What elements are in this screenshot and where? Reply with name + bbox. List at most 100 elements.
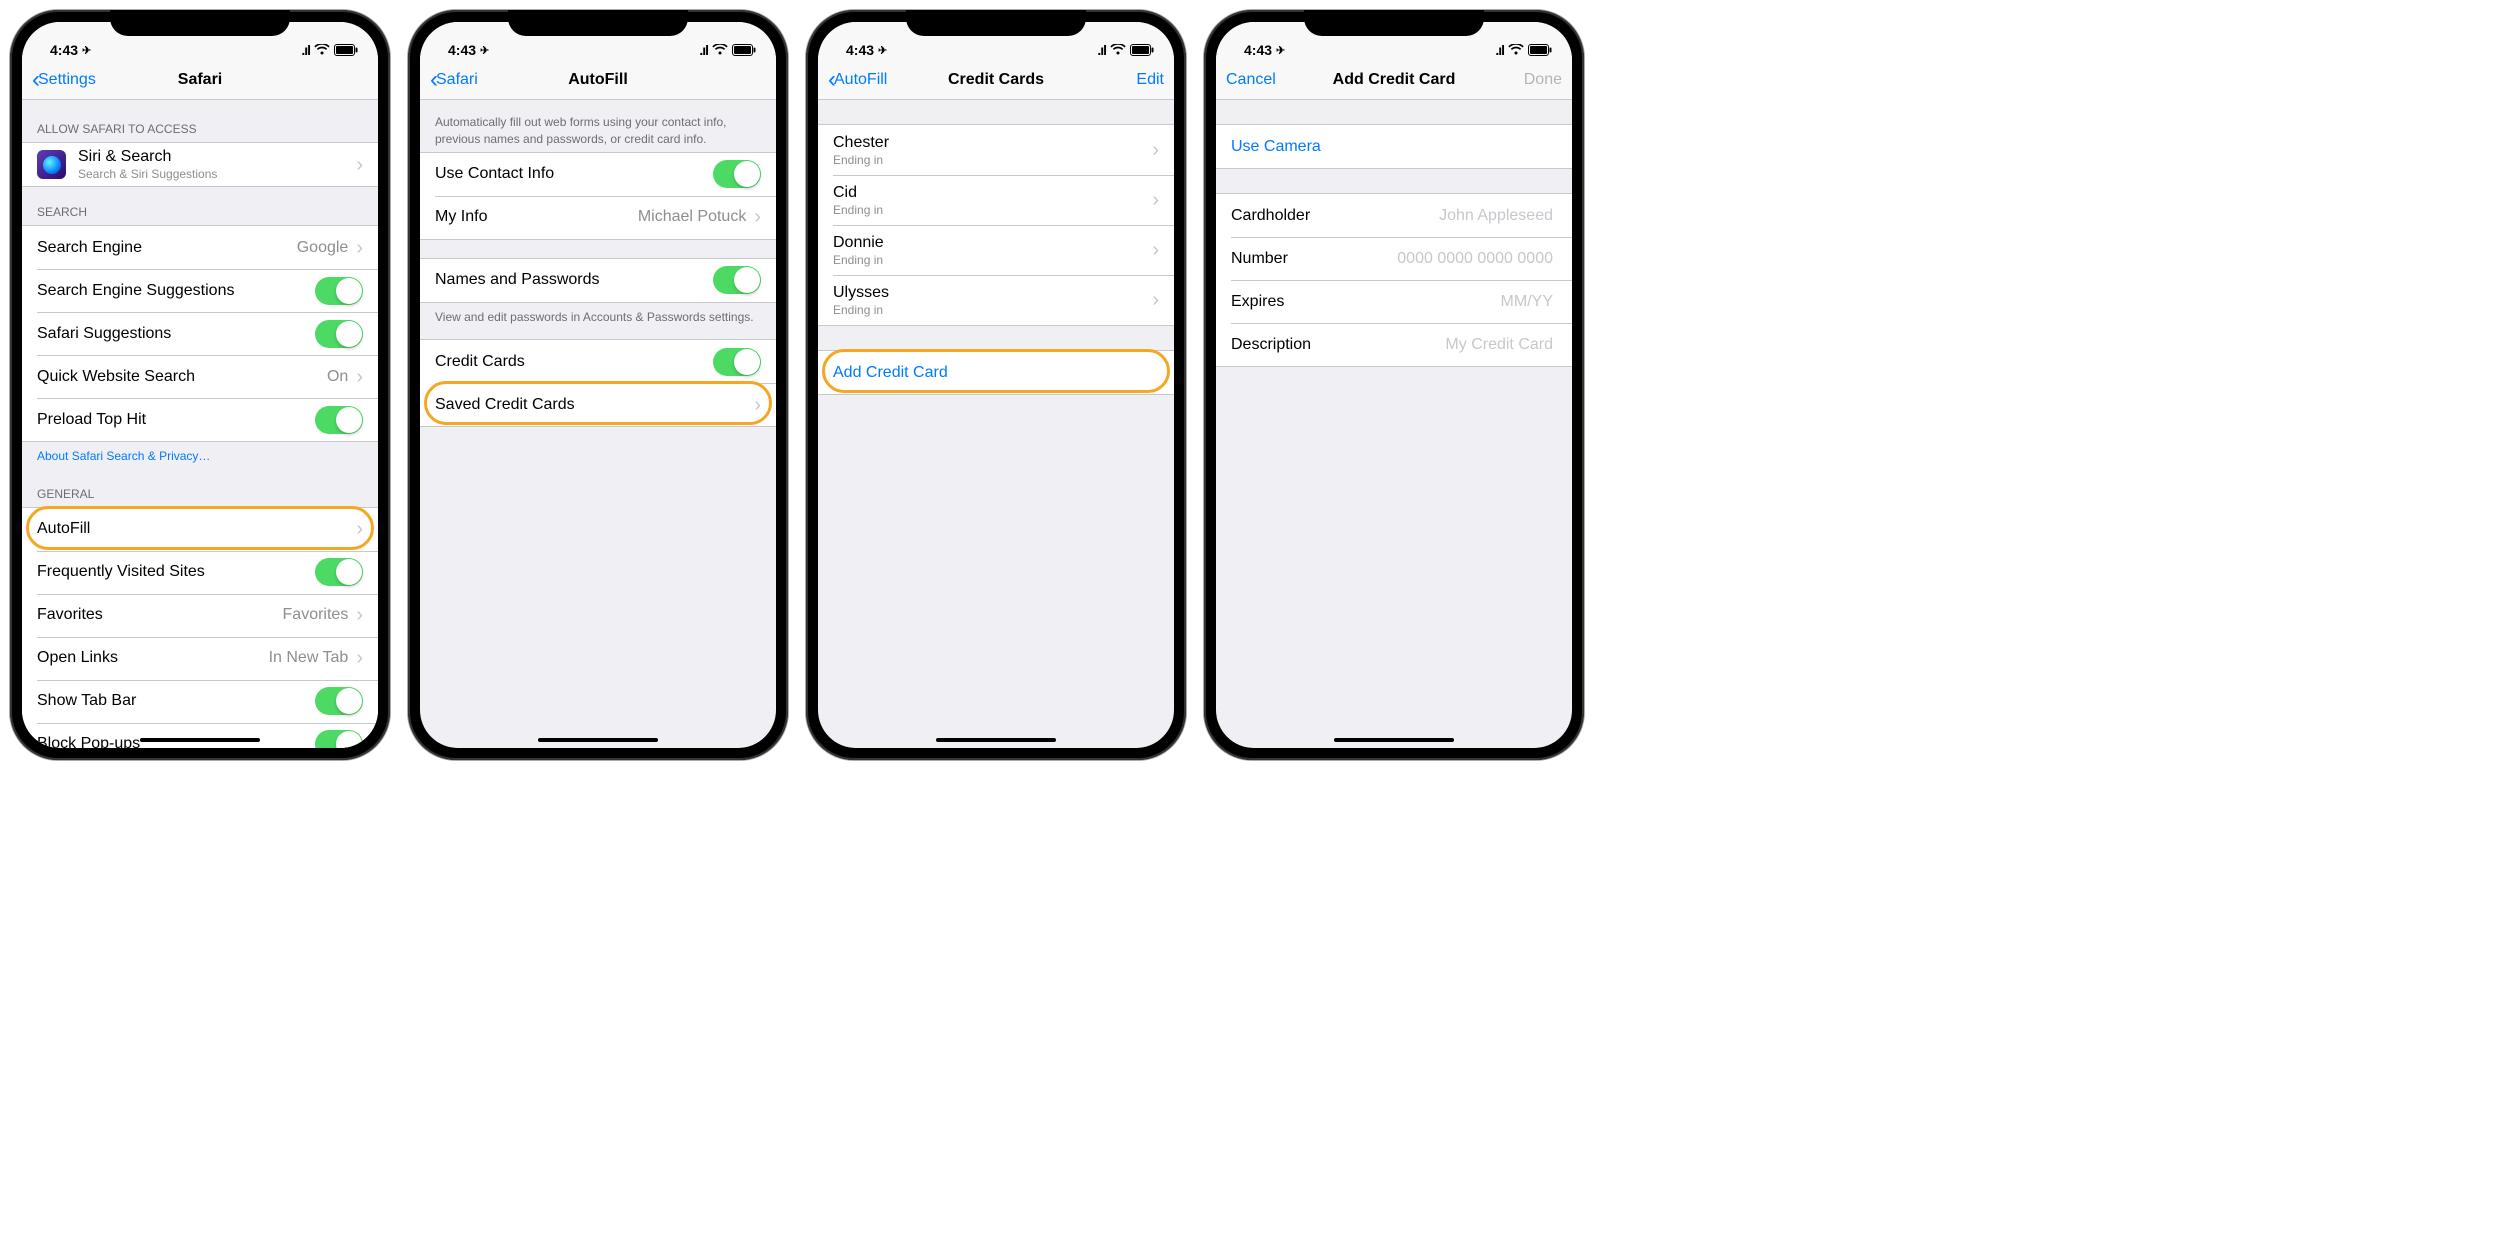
credit-cards-toggle-row[interactable]: Credit Cards — [420, 340, 776, 383]
siri-search-row[interactable]: Siri & Search Search & Siri Suggestions … — [22, 143, 378, 186]
card-name: Donnie — [833, 234, 884, 251]
notch — [1304, 10, 1484, 36]
add-credit-card-row[interactable]: Add Credit Card — [818, 351, 1174, 394]
status-icons: .ıl — [699, 42, 756, 58]
back-label: Settings — [38, 71, 96, 89]
toggle-on[interactable] — [713, 348, 761, 376]
number-field[interactable]: Number 0000 0000 0000 0000 — [1216, 237, 1572, 280]
home-indicator[interactable] — [538, 738, 658, 742]
location-icon: ✈︎ — [82, 44, 91, 57]
row-value: In New Tab — [269, 649, 349, 667]
home-indicator[interactable] — [140, 738, 260, 742]
home-indicator[interactable] — [936, 738, 1056, 742]
toggle-on[interactable] — [315, 277, 363, 305]
row-label: Quick Website Search — [37, 368, 327, 386]
cancel-label: Cancel — [1226, 71, 1276, 89]
phone-4: 4:43 ✈︎ .ıl Cancel Add Credit Card Done … — [1204, 10, 1584, 760]
preload-top-hit-row[interactable]: Preload Top Hit — [22, 398, 378, 441]
toggle-on[interactable] — [315, 687, 363, 715]
row-label: Favorites — [37, 606, 283, 624]
card-row[interactable]: Donnie Ending in › — [818, 225, 1174, 275]
back-button[interactable]: ‹ AutoFill — [828, 68, 887, 92]
search-engine-row[interactable]: Search Engine Google › — [22, 226, 378, 269]
toggle-on[interactable] — [315, 320, 363, 348]
row-label: Search Engine Suggestions — [37, 282, 315, 300]
show-tab-bar-row[interactable]: Show Tab Bar — [22, 680, 378, 723]
section-header-allow: ALLOW SAFARI TO ACCESS — [22, 100, 378, 142]
content[interactable]: ALLOW SAFARI TO ACCESS Siri & Search Sea… — [22, 100, 378, 748]
status-time: 4:43 — [846, 42, 874, 58]
chevron-right-icon: › — [356, 367, 363, 387]
nav-bar: ‹ Settings Safari — [22, 60, 378, 100]
wifi-icon — [314, 44, 330, 56]
content[interactable]: Automatically fill out web forms using y… — [420, 100, 776, 748]
content[interactable]: Use Camera Cardholder John Appleseed Num… — [1216, 100, 1572, 748]
toggle-on[interactable] — [315, 730, 363, 748]
chevron-right-icon: › — [356, 519, 363, 539]
siri-icon — [37, 150, 66, 179]
nav-title: AutoFill — [568, 71, 628, 89]
nav-title: Add Credit Card — [1333, 71, 1456, 89]
toggle-on[interactable] — [315, 558, 363, 586]
back-label: AutoFill — [834, 71, 887, 89]
field-label: Description — [1231, 336, 1445, 354]
favorites-row[interactable]: Favorites Favorites › — [22, 594, 378, 637]
row-value: Michael Potuck — [638, 208, 747, 226]
field-label: Expires — [1231, 293, 1501, 311]
back-button[interactable]: ‹ Safari — [430, 68, 478, 92]
location-icon: ✈︎ — [480, 44, 489, 57]
cardholder-field[interactable]: Cardholder John Appleseed — [1216, 194, 1572, 237]
field-label: Cardholder — [1231, 207, 1439, 225]
done-button[interactable]: Done — [1524, 71, 1562, 89]
field-placeholder: John Appleseed — [1439, 207, 1553, 225]
autofill-row[interactable]: AutoFill › — [22, 508, 378, 551]
about-link[interactable]: About Safari Search & Privacy… — [22, 442, 378, 469]
card-row[interactable]: Chester Ending in › — [818, 125, 1174, 175]
footer-passwords: View and edit passwords in Accounts & Pa… — [420, 303, 776, 330]
quick-website-search-row[interactable]: Quick Website Search On › — [22, 355, 378, 398]
location-icon: ✈︎ — [878, 44, 887, 57]
nav-title: Safari — [178, 71, 222, 89]
section-header-general: GENERAL — [22, 469, 378, 507]
open-links-row[interactable]: Open Links In New Tab › — [22, 637, 378, 680]
field-label: Number — [1231, 250, 1397, 268]
search-engine-suggestions-row[interactable]: Search Engine Suggestions — [22, 269, 378, 312]
field-placeholder: MM/YY — [1501, 293, 1553, 311]
toggle-on[interactable] — [713, 266, 761, 294]
frequently-visited-row[interactable]: Frequently Visited Sites — [22, 551, 378, 594]
nav-title: Credit Cards — [948, 71, 1044, 89]
screen-credit-cards: 4:43 ✈︎ .ıl ‹ AutoFill Credit Cards Edit — [818, 22, 1174, 748]
signal-icon: .ıl — [1495, 42, 1504, 58]
safari-suggestions-row[interactable]: Safari Suggestions — [22, 312, 378, 355]
nav-bar: ‹ Safari AutoFill — [420, 60, 776, 100]
battery-icon — [732, 44, 756, 56]
cancel-button[interactable]: Cancel — [1226, 71, 1276, 89]
siri-title: Siri & Search — [78, 148, 171, 165]
card-sub: Ending in — [833, 203, 1148, 217]
names-passwords-row[interactable]: Names and Passwords — [420, 259, 776, 302]
chevron-right-icon: › — [1152, 140, 1159, 160]
card-row[interactable]: Cid Ending in › — [818, 175, 1174, 225]
content[interactable]: Chester Ending in › Cid Ending in › Donn… — [818, 100, 1174, 748]
edit-button[interactable]: Edit — [1136, 71, 1164, 89]
expires-field[interactable]: Expires MM/YY — [1216, 280, 1572, 323]
chevron-right-icon: › — [754, 395, 761, 415]
section-header-search: SEARCH — [22, 187, 378, 225]
signal-icon: .ıl — [699, 42, 708, 58]
use-camera-row[interactable]: Use Camera — [1216, 125, 1572, 168]
card-row[interactable]: Ulysses Ending in › — [818, 275, 1174, 325]
block-popups-row[interactable]: Block Pop-ups — [22, 723, 378, 748]
my-info-row[interactable]: My Info Michael Potuck › — [420, 196, 776, 239]
home-indicator[interactable] — [1334, 738, 1454, 742]
back-button[interactable]: ‹ Settings — [32, 68, 96, 92]
saved-credit-cards-row[interactable]: Saved Credit Cards › — [420, 383, 776, 426]
description-field[interactable]: Description My Credit Card — [1216, 323, 1572, 366]
card-name: Chester — [833, 134, 889, 151]
nav-bar: Cancel Add Credit Card Done — [1216, 60, 1572, 100]
chevron-right-icon: › — [356, 238, 363, 258]
toggle-on[interactable] — [713, 160, 761, 188]
screen-autofill: 4:43 ✈︎ .ıl ‹ Safari AutoFill Automatica… — [420, 22, 776, 748]
battery-icon — [1130, 44, 1154, 56]
toggle-on[interactable] — [315, 406, 363, 434]
use-contact-info-row[interactable]: Use Contact Info — [420, 153, 776, 196]
